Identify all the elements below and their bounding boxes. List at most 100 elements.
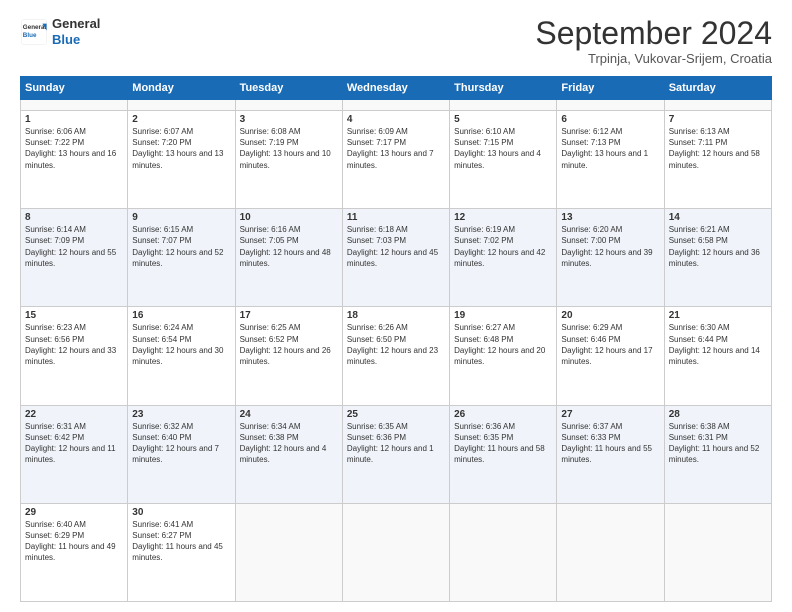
day-number: 9 (132, 212, 230, 223)
logo-blue: Blue (52, 32, 100, 48)
day-info: Sunrise: 6:13 AM Sunset: 7:11 PM Dayligh… (669, 126, 767, 171)
day-info: Sunrise: 6:35 AM Sunset: 6:36 PM Dayligh… (347, 421, 445, 466)
day-info: Sunrise: 6:41 AM Sunset: 6:27 PM Dayligh… (132, 519, 230, 564)
calendar-cell (664, 503, 771, 601)
calendar-cell (450, 100, 557, 111)
day-info: Sunrise: 6:29 AM Sunset: 6:46 PM Dayligh… (561, 322, 659, 367)
day-number: 24 (240, 409, 338, 420)
day-info: Sunrise: 6:34 AM Sunset: 6:38 PM Dayligh… (240, 421, 338, 466)
logo-general: General (52, 16, 100, 32)
calendar-cell: 5Sunrise: 6:10 AM Sunset: 7:15 PM Daylig… (450, 110, 557, 208)
dow-header-wednesday: Wednesday (342, 77, 449, 100)
day-info: Sunrise: 6:26 AM Sunset: 6:50 PM Dayligh… (347, 322, 445, 367)
day-info: Sunrise: 6:25 AM Sunset: 6:52 PM Dayligh… (240, 322, 338, 367)
calendar-cell: 15Sunrise: 6:23 AM Sunset: 6:56 PM Dayli… (21, 307, 128, 405)
calendar-cell: 20Sunrise: 6:29 AM Sunset: 6:46 PM Dayli… (557, 307, 664, 405)
title-block: September 2024 Trpinja, Vukovar-Srijem, … (535, 16, 772, 66)
day-number: 23 (132, 409, 230, 420)
calendar-cell: 17Sunrise: 6:25 AM Sunset: 6:52 PM Dayli… (235, 307, 342, 405)
calendar-cell: 27Sunrise: 6:37 AM Sunset: 6:33 PM Dayli… (557, 405, 664, 503)
day-info: Sunrise: 6:40 AM Sunset: 6:29 PM Dayligh… (25, 519, 123, 564)
dow-header-saturday: Saturday (664, 77, 771, 100)
calendar-cell (557, 503, 664, 601)
calendar-cell: 7Sunrise: 6:13 AM Sunset: 7:11 PM Daylig… (664, 110, 771, 208)
day-number: 4 (347, 114, 445, 125)
day-info: Sunrise: 6:36 AM Sunset: 6:35 PM Dayligh… (454, 421, 552, 466)
calendar-cell: 4Sunrise: 6:09 AM Sunset: 7:17 PM Daylig… (342, 110, 449, 208)
calendar-cell: 22Sunrise: 6:31 AM Sunset: 6:42 PM Dayli… (21, 405, 128, 503)
calendar-cell: 19Sunrise: 6:27 AM Sunset: 6:48 PM Dayli… (450, 307, 557, 405)
day-number: 10 (240, 212, 338, 223)
calendar-cell: 12Sunrise: 6:19 AM Sunset: 7:02 PM Dayli… (450, 209, 557, 307)
day-info: Sunrise: 6:31 AM Sunset: 6:42 PM Dayligh… (25, 421, 123, 466)
calendar-cell (235, 100, 342, 111)
day-info: Sunrise: 6:15 AM Sunset: 7:07 PM Dayligh… (132, 224, 230, 269)
day-info: Sunrise: 6:21 AM Sunset: 6:58 PM Dayligh… (669, 224, 767, 269)
logo-icon: General Blue (20, 18, 48, 46)
calendar-cell (128, 100, 235, 111)
calendar-cell (450, 503, 557, 601)
calendar-cell: 29Sunrise: 6:40 AM Sunset: 6:29 PM Dayli… (21, 503, 128, 601)
day-info: Sunrise: 6:12 AM Sunset: 7:13 PM Dayligh… (561, 126, 659, 171)
calendar-cell: 10Sunrise: 6:16 AM Sunset: 7:05 PM Dayli… (235, 209, 342, 307)
day-number: 11 (347, 212, 445, 223)
day-number: 15 (25, 310, 123, 321)
calendar-cell: 30Sunrise: 6:41 AM Sunset: 6:27 PM Dayli… (128, 503, 235, 601)
day-number: 12 (454, 212, 552, 223)
calendar-cell (21, 100, 128, 111)
day-number: 6 (561, 114, 659, 125)
day-number: 26 (454, 409, 552, 420)
day-number: 16 (132, 310, 230, 321)
day-number: 3 (240, 114, 338, 125)
day-info: Sunrise: 6:20 AM Sunset: 7:00 PM Dayligh… (561, 224, 659, 269)
calendar-cell: 6Sunrise: 6:12 AM Sunset: 7:13 PM Daylig… (557, 110, 664, 208)
calendar-cell: 16Sunrise: 6:24 AM Sunset: 6:54 PM Dayli… (128, 307, 235, 405)
day-info: Sunrise: 6:30 AM Sunset: 6:44 PM Dayligh… (669, 322, 767, 367)
day-number: 1 (25, 114, 123, 125)
calendar-cell: 21Sunrise: 6:30 AM Sunset: 6:44 PM Dayli… (664, 307, 771, 405)
day-number: 14 (669, 212, 767, 223)
day-number: 25 (347, 409, 445, 420)
location: Trpinja, Vukovar-Srijem, Croatia (535, 51, 772, 66)
day-number: 8 (25, 212, 123, 223)
day-info: Sunrise: 6:14 AM Sunset: 7:09 PM Dayligh… (25, 224, 123, 269)
svg-text:Blue: Blue (23, 31, 37, 38)
calendar-cell: 24Sunrise: 6:34 AM Sunset: 6:38 PM Dayli… (235, 405, 342, 503)
day-info: Sunrise: 6:10 AM Sunset: 7:15 PM Dayligh… (454, 126, 552, 171)
day-number: 21 (669, 310, 767, 321)
day-number: 28 (669, 409, 767, 420)
day-number: 20 (561, 310, 659, 321)
day-info: Sunrise: 6:18 AM Sunset: 7:03 PM Dayligh… (347, 224, 445, 269)
day-number: 2 (132, 114, 230, 125)
calendar-cell: 9Sunrise: 6:15 AM Sunset: 7:07 PM Daylig… (128, 209, 235, 307)
month-title: September 2024 (535, 16, 772, 51)
calendar-cell: 13Sunrise: 6:20 AM Sunset: 7:00 PM Dayli… (557, 209, 664, 307)
day-info: Sunrise: 6:06 AM Sunset: 7:22 PM Dayligh… (25, 126, 123, 171)
calendar-cell (235, 503, 342, 601)
day-number: 30 (132, 507, 230, 518)
calendar-cell: 18Sunrise: 6:26 AM Sunset: 6:50 PM Dayli… (342, 307, 449, 405)
day-info: Sunrise: 6:08 AM Sunset: 7:19 PM Dayligh… (240, 126, 338, 171)
calendar-cell: 11Sunrise: 6:18 AM Sunset: 7:03 PM Dayli… (342, 209, 449, 307)
calendar-cell: 2Sunrise: 6:07 AM Sunset: 7:20 PM Daylig… (128, 110, 235, 208)
calendar-cell: 23Sunrise: 6:32 AM Sunset: 6:40 PM Dayli… (128, 405, 235, 503)
dow-header-tuesday: Tuesday (235, 77, 342, 100)
dow-header-thursday: Thursday (450, 77, 557, 100)
day-number: 13 (561, 212, 659, 223)
day-info: Sunrise: 6:23 AM Sunset: 6:56 PM Dayligh… (25, 322, 123, 367)
day-info: Sunrise: 6:37 AM Sunset: 6:33 PM Dayligh… (561, 421, 659, 466)
day-number: 29 (25, 507, 123, 518)
calendar-cell (342, 503, 449, 601)
day-number: 19 (454, 310, 552, 321)
day-info: Sunrise: 6:24 AM Sunset: 6:54 PM Dayligh… (132, 322, 230, 367)
dow-header-friday: Friday (557, 77, 664, 100)
calendar-cell (664, 100, 771, 111)
day-number: 5 (454, 114, 552, 125)
calendar-cell: 3Sunrise: 6:08 AM Sunset: 7:19 PM Daylig… (235, 110, 342, 208)
day-info: Sunrise: 6:07 AM Sunset: 7:20 PM Dayligh… (132, 126, 230, 171)
day-number: 17 (240, 310, 338, 321)
day-info: Sunrise: 6:19 AM Sunset: 7:02 PM Dayligh… (454, 224, 552, 269)
day-info: Sunrise: 6:32 AM Sunset: 6:40 PM Dayligh… (132, 421, 230, 466)
calendar-cell: 8Sunrise: 6:14 AM Sunset: 7:09 PM Daylig… (21, 209, 128, 307)
calendar-cell: 26Sunrise: 6:36 AM Sunset: 6:35 PM Dayli… (450, 405, 557, 503)
